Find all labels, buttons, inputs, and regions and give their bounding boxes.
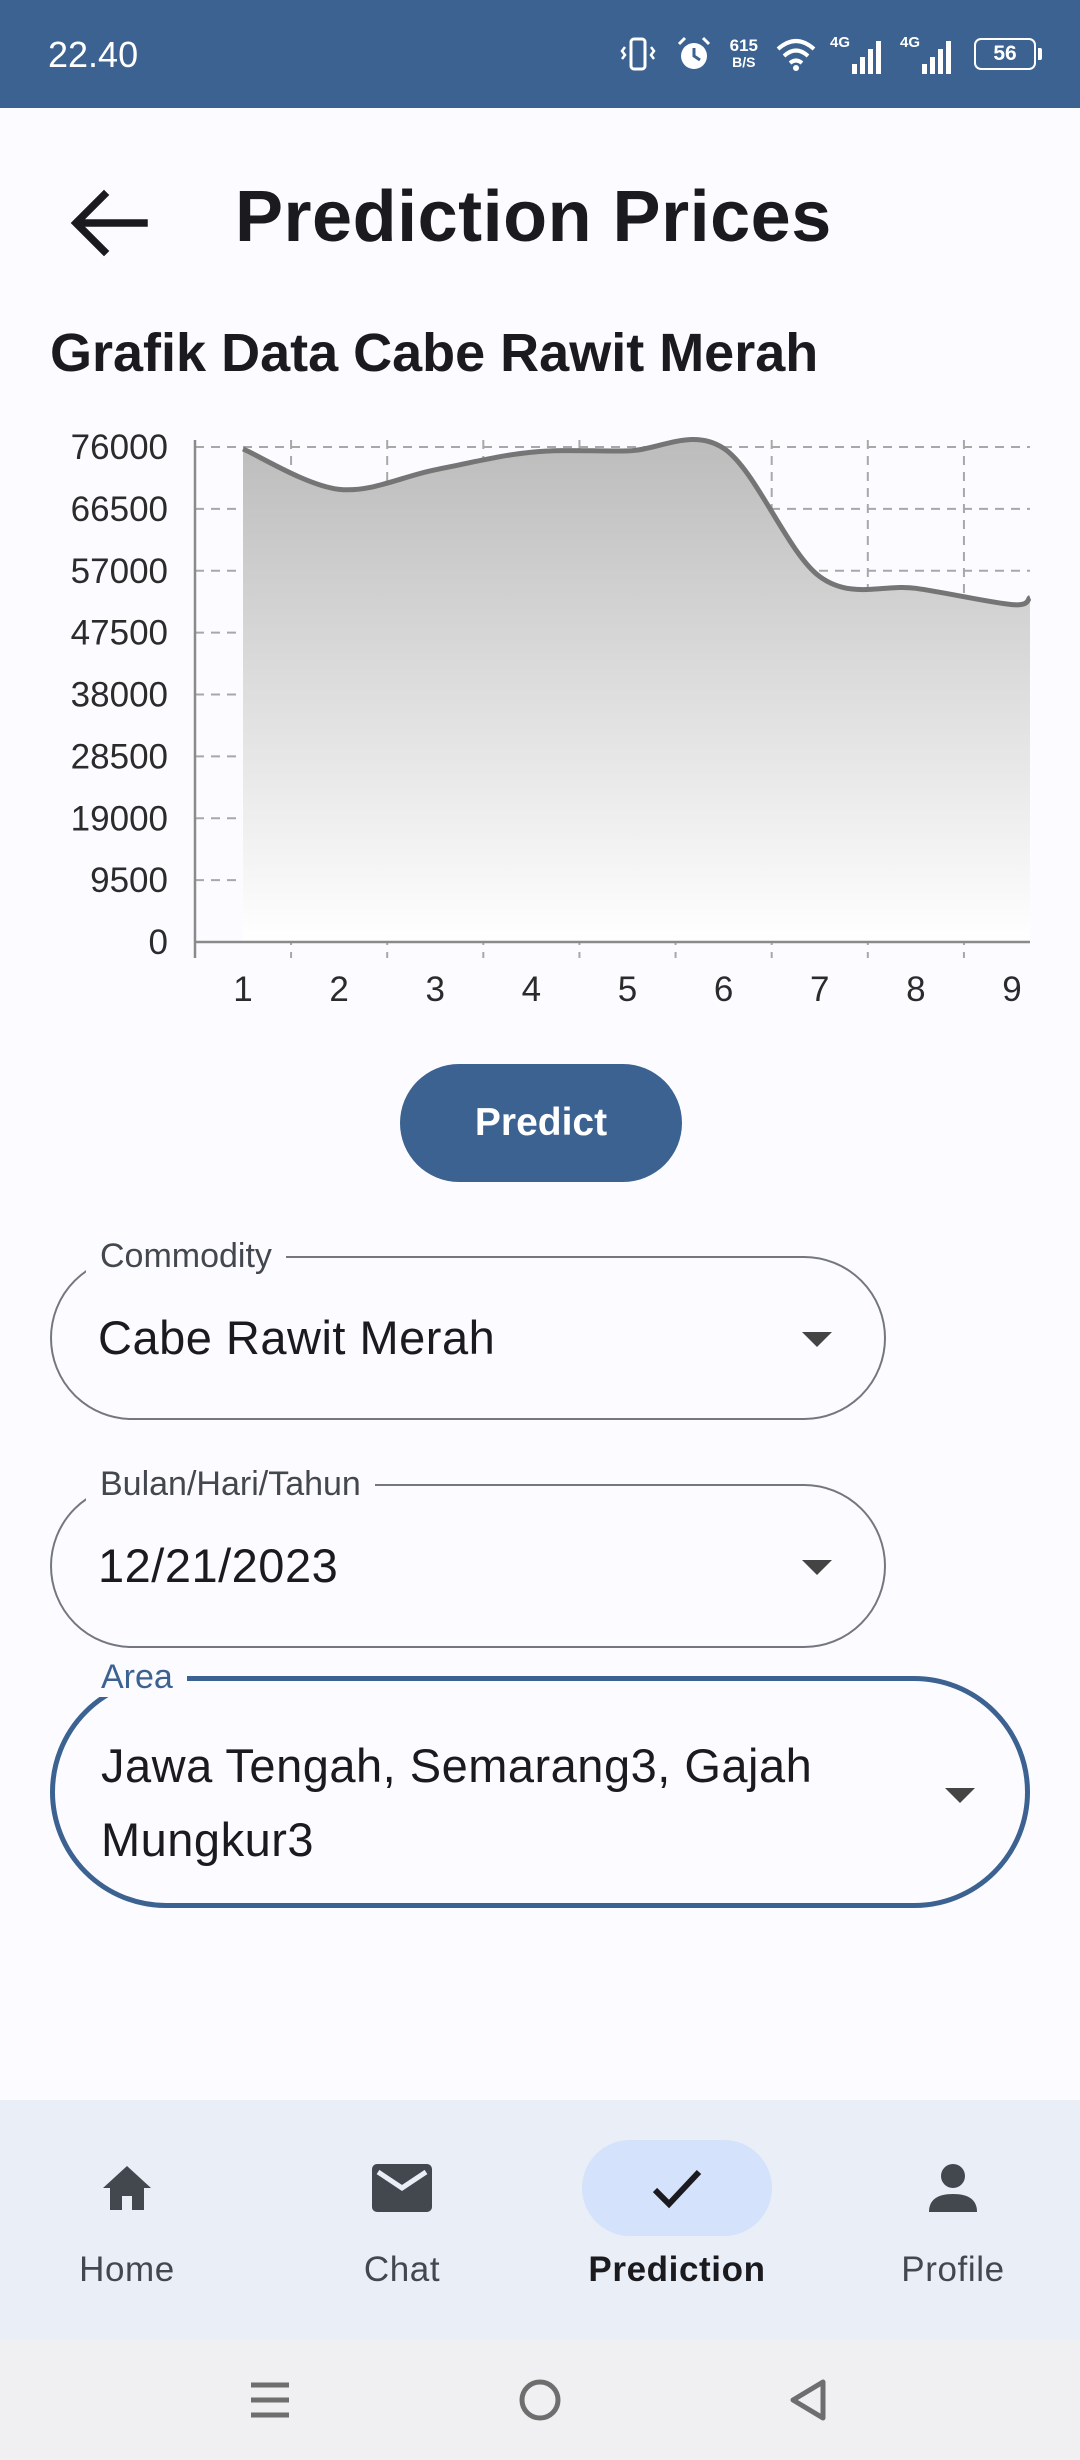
area-dropdown[interactable]: Area Jawa Tengah, Semarang3, Gajah Mungk… [50, 1657, 1030, 1908]
signal-icon [852, 41, 881, 74]
chevron-down-icon [945, 1788, 975, 1803]
signal-1: 4G [830, 34, 888, 74]
commodity-dropdown[interactable]: Commodity Cabe Rawit Merah [50, 1236, 886, 1420]
x-tick-label: 7 [810, 970, 829, 1009]
system-navigation [0, 2340, 1080, 2460]
battery-level: 56 [993, 42, 1017, 65]
chevron-down-icon [802, 1560, 832, 1575]
page-title: Prediction Prices [235, 177, 832, 257]
nav-label-chat: Chat [363, 2250, 441, 2289]
home-circle-icon [519, 2379, 561, 2421]
y-tick-label: 47500 [71, 614, 168, 653]
y-tick-label: 9500 [90, 861, 168, 900]
person-icon [929, 2164, 977, 2212]
status-bar: 22.40 615 B/S 4G 4G 56 [0, 0, 1080, 108]
wifi-icon [776, 39, 816, 71]
network-type-2: 4G [900, 34, 921, 51]
mail-icon [372, 2164, 432, 2212]
y-tick-label: 76000 [71, 428, 168, 467]
commodity-label: Commodity [86, 1236, 286, 1276]
nav-item-chat[interactable]: Chat [267, 2100, 537, 2340]
x-tick-label: 9 [1002, 970, 1021, 1009]
home-icon [103, 2166, 151, 2210]
recent-apps-button[interactable] [230, 2360, 310, 2440]
status-icons: 615 B/S 4G 4G 56 [618, 30, 1042, 78]
battery-icon: 56 [974, 38, 1042, 70]
check-icon [652, 2169, 702, 2209]
network-speed-value: 615 [729, 36, 758, 55]
back-triangle-icon [790, 2379, 826, 2421]
area-value: Jawa Tengah, Semarang3, Gajah Mungkur3 [101, 1739, 813, 1866]
nav-item-profile[interactable]: Profile [818, 2100, 1080, 2340]
x-tick-label: 2 [329, 970, 348, 1009]
x-tick-label: 1 [233, 970, 252, 1009]
app-header: Prediction Prices [0, 108, 1080, 328]
back-system-button[interactable] [768, 2360, 848, 2440]
y-tick-label: 66500 [71, 490, 168, 529]
date-dropdown[interactable]: Bulan/Hari/Tahun 12/21/2023 [50, 1464, 886, 1648]
y-tick-label: 38000 [71, 676, 168, 715]
x-tick-label: 4 [522, 970, 541, 1009]
nav-icon-container [858, 2140, 1048, 2236]
network-speed: 615 B/S [730, 37, 758, 71]
area-label: Area [87, 1657, 187, 1697]
nav-item-prediction[interactable]: Prediction [542, 2100, 812, 2340]
chart-area [243, 439, 1030, 942]
price-chart: 0 9500 19000 28500 38000 47500 57000 66500 76000… [71, 428, 1032, 1009]
arrow-left-icon [70, 189, 148, 257]
x-tick-label: 5 [618, 970, 637, 1009]
battery-tip [1038, 48, 1042, 60]
date-value: 12/21/2023 [98, 1539, 339, 1592]
y-tick-label: 0 [149, 923, 168, 962]
nav-item-home[interactable]: Home [0, 2100, 262, 2340]
network-speed-unit: B/S [732, 54, 756, 70]
signal-icon [922, 41, 951, 74]
date-label: Bulan/Hari/Tahun [86, 1464, 375, 1504]
nav-label-prediction: Prediction [588, 2250, 766, 2289]
y-tick-label: 57000 [71, 552, 168, 591]
vibrate-icon [620, 37, 656, 71]
nav-icon-container [582, 2140, 772, 2236]
predict-button[interactable]: Predict [400, 1064, 682, 1182]
x-tick-label: 6 [714, 970, 733, 1009]
nav-icon-container [307, 2140, 497, 2236]
y-tick-label: 19000 [71, 799, 168, 838]
nav-icon-container [32, 2140, 222, 2236]
x-tick-label: 8 [906, 970, 925, 1009]
y-tick-label: 28500 [71, 737, 168, 776]
bottom-navigation: Home Chat Prediction Profile [0, 2100, 1080, 2340]
status-time: 22.40 [48, 34, 139, 75]
commodity-value: Cabe Rawit Merah [98, 1311, 496, 1364]
alarm-icon [677, 36, 710, 69]
home-system-button[interactable] [500, 2360, 580, 2440]
menu-icon [251, 2382, 289, 2418]
nav-label-profile: Profile [901, 2250, 1005, 2289]
back-button[interactable] [48, 163, 168, 283]
chart-title: Grafik Data Cabe Rawit Merah [50, 323, 819, 383]
chevron-down-icon [802, 1332, 832, 1347]
signal-2: 4G [900, 34, 958, 74]
network-type-1: 4G [830, 34, 851, 51]
nav-label-home: Home [79, 2250, 175, 2289]
x-tick-label: 3 [426, 970, 445, 1009]
